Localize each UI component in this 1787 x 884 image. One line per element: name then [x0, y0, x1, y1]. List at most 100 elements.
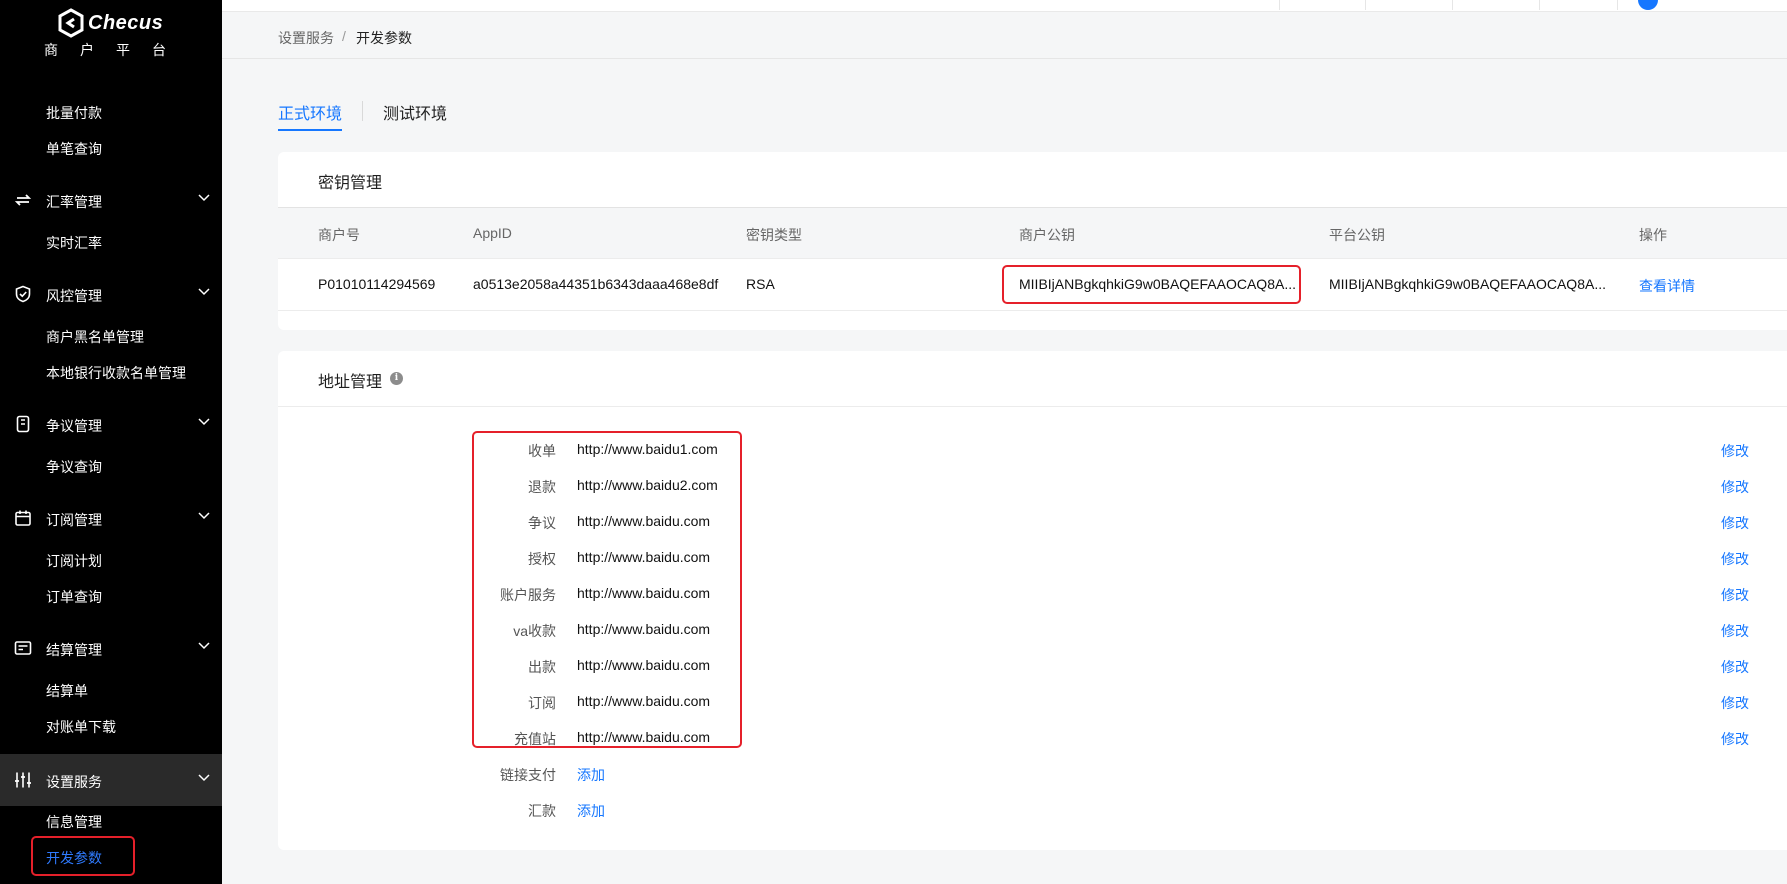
- sidebar-item-local-bank-list[interactable]: 本地银行收款名单管理: [46, 363, 186, 383]
- breadcrumb-current: 开发参数: [356, 30, 412, 46]
- key-management-title: 密钥管理: [318, 175, 383, 192]
- edit-link-payout[interactable]: 修改: [1721, 657, 1749, 677]
- breadcrumb-parent[interactable]: 设置服务: [278, 28, 334, 48]
- sidebar-group-risk[interactable]: 风控管理: [0, 274, 222, 314]
- add-link-link-payment[interactable]: 添加: [577, 765, 605, 785]
- sidebar-group-label: 设置服务: [46, 774, 102, 790]
- column-header-merchant-no: 商户号: [318, 227, 360, 243]
- dispute-icon: [16, 415, 30, 433]
- cell-platform-public-key: MIIBIjANBgkqhkiG9w0BAQEFAAOCAQ8A...: [1329, 276, 1606, 292]
- address-value-top-up: http://www.baidu.com: [577, 729, 711, 745]
- sliders-icon: [15, 772, 31, 788]
- tab-active-indicator: [278, 129, 342, 131]
- shield-icon: [15, 285, 31, 303]
- sidebar: Checus 商户平台 批量付款 单笔查询 汇率管理 实时汇率 风控管理 商户黑…: [0, 0, 222, 884]
- header-divider: [1365, 0, 1366, 10]
- breadcrumb-separator: /: [342, 28, 346, 44]
- top-header: [222, 0, 1787, 12]
- divider: [278, 310, 1787, 311]
- sidebar-group-label: 汇率管理: [46, 194, 102, 210]
- brand-subtitle: 商户平台: [44, 42, 188, 58]
- address-label-remittance: 汇款: [528, 803, 556, 819]
- add-link-remittance[interactable]: 添加: [577, 801, 605, 821]
- sidebar-group-settings[interactable]: 设置服务: [0, 754, 222, 806]
- address-value-subscription: http://www.baidu.com: [577, 693, 711, 709]
- chevron-down-icon: [198, 418, 210, 426]
- column-header-platform-public-key: 平台公钥: [1329, 227, 1385, 243]
- sidebar-group-exchange-rate[interactable]: 汇率管理: [0, 180, 222, 220]
- edit-link-va-collection[interactable]: 修改: [1721, 621, 1749, 641]
- chevron-down-icon: [198, 512, 210, 520]
- column-header-key-type: 密钥类型: [746, 227, 802, 243]
- address-label-refund: 退款: [528, 479, 556, 495]
- chevron-down-icon: [198, 774, 210, 782]
- address-label-dispute: 争议: [528, 515, 556, 531]
- sidebar-group-label: 争议管理: [46, 418, 102, 434]
- divider: [278, 406, 1787, 407]
- address-management-title: 地址管理: [318, 374, 383, 391]
- address-label-top-up: 充值站: [514, 731, 556, 747]
- edit-link-acquiring[interactable]: 修改: [1721, 441, 1749, 461]
- chevron-down-icon: [198, 194, 210, 202]
- sidebar-group-label: 订阅管理: [46, 512, 102, 528]
- info-icon[interactable]: i: [390, 372, 403, 385]
- address-label-acquiring: 收单: [528, 443, 556, 459]
- exchange-icon: [14, 194, 32, 206]
- logo[interactable]: Checus 商户平台: [0, 6, 222, 62]
- sidebar-item-subscription-plan[interactable]: 订阅计划: [46, 551, 102, 571]
- sidebar-item-batch-payment[interactable]: 批量付款: [46, 103, 102, 123]
- address-label-subscription: 订阅: [528, 695, 556, 711]
- address-value-refund: http://www.baidu2.com: [577, 477, 718, 493]
- address-value-payout: http://www.baidu.com: [577, 657, 711, 673]
- sidebar-group-settlement[interactable]: 结算管理: [0, 628, 222, 668]
- sidebar-item-dev-params[interactable]: 开发参数: [46, 848, 102, 868]
- tab-divider: [362, 101, 363, 121]
- sidebar-item-settlement-statement[interactable]: 结算单: [46, 681, 88, 701]
- address-label-account-service: 账户服务: [500, 587, 556, 603]
- calendar-icon: [15, 510, 31, 526]
- sidebar-item-reconciliation-download[interactable]: 对账单下载: [46, 717, 116, 737]
- cell-merchant-public-key: MIIBIjANBgkqhkiG9w0BAQEFAAOCAQ8A...: [1019, 276, 1296, 292]
- sidebar-item-single-query[interactable]: 单笔查询: [46, 139, 102, 159]
- address-value-dispute: http://www.baidu.com: [577, 513, 711, 529]
- column-header-action: 操作: [1639, 227, 1667, 243]
- checus-logo-icon: [58, 8, 84, 38]
- edit-link-account-service[interactable]: 修改: [1721, 585, 1749, 605]
- settlement-icon: [14, 641, 32, 655]
- address-label-va-collection: va收款: [513, 623, 556, 639]
- cell-key-type: RSA: [746, 276, 775, 292]
- sidebar-item-realtime-rate[interactable]: 实时汇率: [46, 233, 102, 253]
- sidebar-item-merchant-blacklist[interactable]: 商户黑名单管理: [46, 327, 144, 347]
- sidebar-group-dispute[interactable]: 争议管理: [0, 404, 222, 444]
- header-divider: [1452, 0, 1453, 10]
- sidebar-item-info-management[interactable]: 信息管理: [46, 812, 102, 832]
- tab-production[interactable]: 正式环境: [278, 100, 342, 124]
- divider: [278, 258, 1787, 259]
- breadcrumb: 设置服务 / 开发参数: [222, 12, 1787, 59]
- tab-test[interactable]: 测试环境: [383, 100, 447, 124]
- edit-link-top-up[interactable]: 修改: [1721, 729, 1749, 749]
- address-label-authorization: 授权: [528, 551, 556, 567]
- column-header-merchant-public-key: 商户公钥: [1019, 227, 1075, 243]
- chevron-down-icon: [198, 288, 210, 296]
- sidebar-group-subscription[interactable]: 订阅管理: [0, 498, 222, 538]
- edit-link-refund[interactable]: 修改: [1721, 477, 1749, 497]
- avatar[interactable]: [1638, 0, 1658, 10]
- address-value-acquiring: http://www.baidu1.com: [577, 441, 718, 457]
- address-label-link-payment: 链接支付: [500, 767, 556, 783]
- sidebar-group-label: 结算管理: [46, 642, 102, 658]
- edit-link-dispute[interactable]: 修改: [1721, 513, 1749, 533]
- header-divider: [1617, 0, 1618, 10]
- cell-merchant-no: P01010114294569: [318, 276, 436, 292]
- address-label-payout: 出款: [528, 659, 556, 675]
- view-details-link[interactable]: 查看详情: [1639, 276, 1695, 296]
- sidebar-item-order-query[interactable]: 订单查询: [46, 587, 102, 607]
- address-value-account-service: http://www.baidu.com: [577, 585, 711, 601]
- edit-link-authorization[interactable]: 修改: [1721, 549, 1749, 569]
- cell-appid: a0513e2058a44351b6343daaa468e8df: [473, 276, 719, 292]
- sidebar-item-dispute-query[interactable]: 争议查询: [46, 457, 102, 477]
- edit-link-subscription[interactable]: 修改: [1721, 693, 1749, 713]
- chevron-down-icon: [198, 642, 210, 650]
- header-divider: [1539, 0, 1540, 10]
- address-value-va-collection: http://www.baidu.com: [577, 621, 711, 637]
